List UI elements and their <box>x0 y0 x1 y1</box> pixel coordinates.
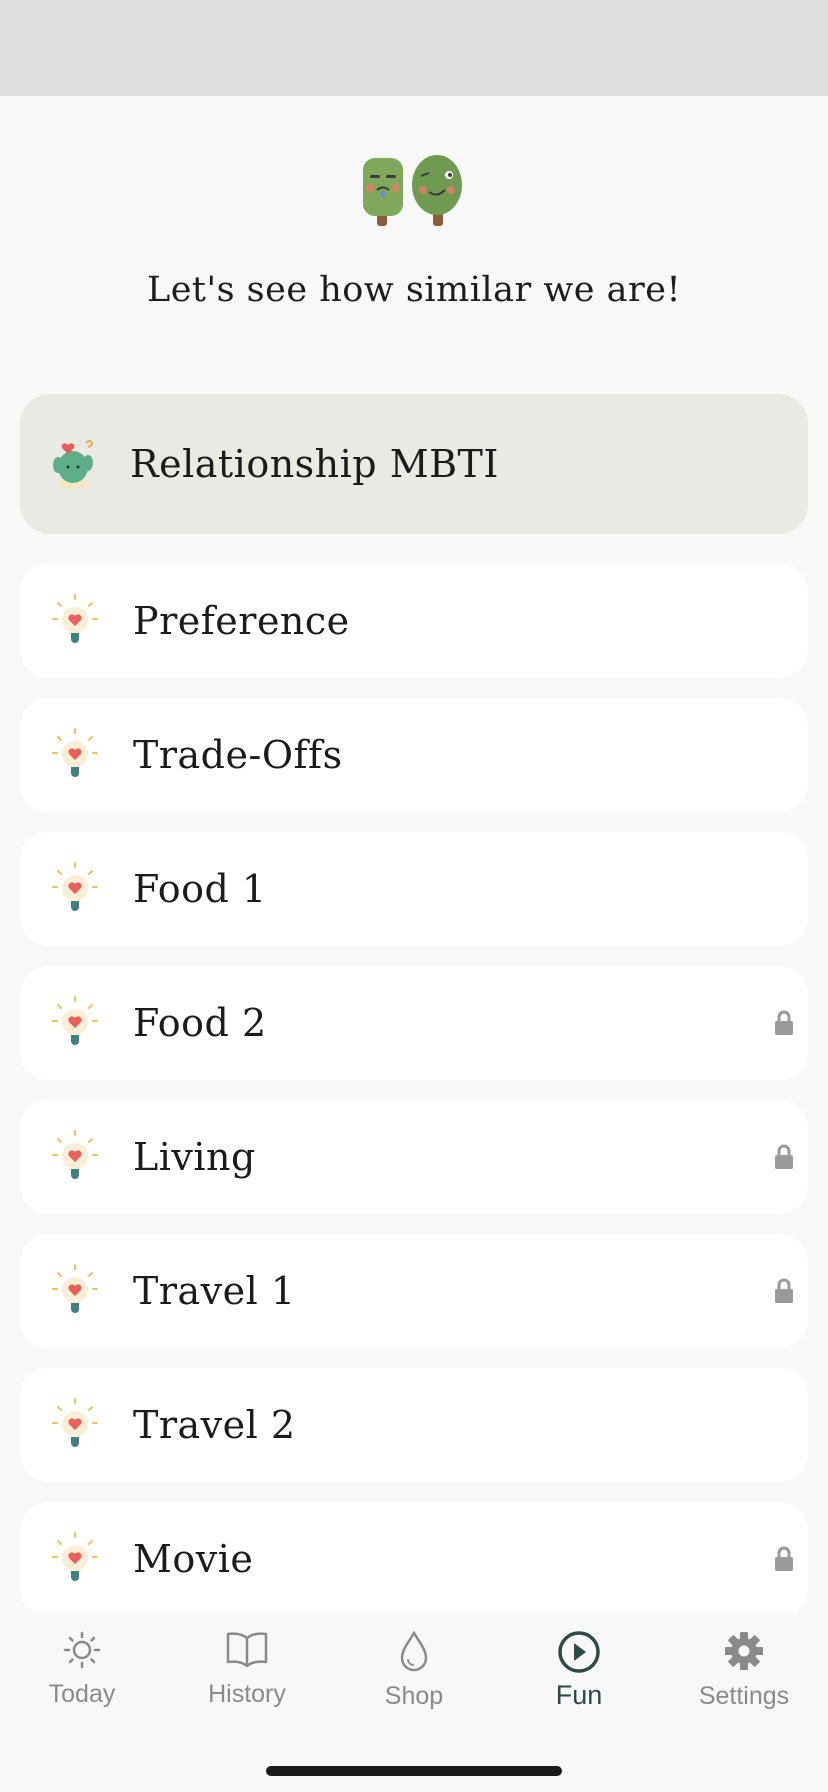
sun-icon <box>63 1631 101 1669</box>
hero: Let's see how similar we are! <box>0 150 828 310</box>
list-item-label: Trade-Offs <box>133 733 343 777</box>
lightbulb-heart-icon <box>52 996 98 1045</box>
list-item[interactable]: Travel 1 <box>20 1234 808 1348</box>
list-item-label: Preference <box>133 599 350 643</box>
list-item[interactable]: Food 1 <box>20 832 808 946</box>
home-indicator[interactable] <box>266 1766 562 1776</box>
tab-fun[interactable]: Fun <box>509 1630 649 1711</box>
list-item-label: Travel 2 <box>133 1403 296 1447</box>
couple-trees-illustration <box>363 155 462 226</box>
lightbulb-heart-icon <box>52 1130 98 1179</box>
drop-icon <box>400 1630 428 1672</box>
lock-icon <box>775 1144 793 1169</box>
gear-icon <box>725 1632 763 1670</box>
list-item[interactable]: Movie <box>20 1502 808 1616</box>
status-bar <box>0 0 828 96</box>
lightbulb-heart-icon <box>52 594 98 643</box>
lightbulb-heart-icon <box>52 1398 98 1447</box>
tab-label: Fun <box>555 1680 603 1710</box>
quiz-list: Relationship MBTI Preference Trade-Offs … <box>20 394 808 1636</box>
tab-label: History <box>208 1680 286 1708</box>
book-icon <box>226 1632 268 1668</box>
list-item[interactable]: Living <box>20 1100 808 1214</box>
tab-label: Settings <box>698 1682 790 1710</box>
tab-today[interactable]: Today <box>12 1630 152 1709</box>
list-item[interactable]: Travel 2 <box>20 1368 808 1482</box>
tab-shop[interactable]: Shop <box>344 1630 484 1711</box>
tab-history[interactable]: History <box>177 1630 317 1709</box>
list-item-label: Food 1 <box>133 867 267 911</box>
featured-card-relationship-mbti[interactable]: Relationship MBTI <box>20 394 808 534</box>
lightbulb-heart-icon <box>52 862 98 911</box>
lightbulb-heart-icon <box>52 1532 98 1581</box>
tab-settings[interactable]: Settings <box>674 1630 814 1711</box>
lock-icon <box>775 1546 793 1571</box>
lightbulb-heart-icon <box>52 1264 98 1313</box>
play-circle-icon <box>558 1631 600 1673</box>
cactus-icon <box>53 440 94 489</box>
list-item[interactable]: Trade-Offs <box>20 698 808 812</box>
list-item-label: Food 2 <box>133 1001 267 1045</box>
list-item-label: Movie <box>133 1537 254 1581</box>
tab-label: Today <box>48 1680 116 1708</box>
page-title: Let's see how similar we are! <box>146 270 682 310</box>
list-item-label: Living <box>133 1135 256 1179</box>
tab-label: Shop <box>384 1682 444 1710</box>
lock-icon <box>775 1278 793 1303</box>
list-item-label: Travel 1 <box>133 1269 296 1313</box>
list-item[interactable]: Food 2 <box>20 966 808 1080</box>
bottom-tab-bar: Today History Shop Fun Settings <box>0 1612 828 1792</box>
lightbulb-heart-icon <box>52 728 98 777</box>
featured-card-label: Relationship MBTI <box>130 442 499 486</box>
lock-icon <box>775 1010 793 1035</box>
list-item[interactable]: Preference <box>20 564 808 678</box>
